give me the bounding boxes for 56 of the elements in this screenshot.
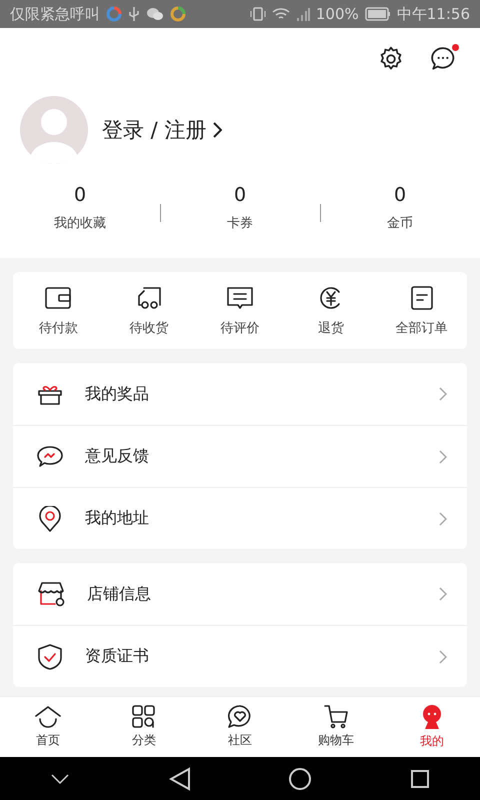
truck-icon <box>136 286 162 310</box>
chevron-right-icon <box>439 650 447 664</box>
app-icon <box>170 6 186 22</box>
signal-icon <box>296 6 310 22</box>
chevron-down-icon[interactable] <box>50 772 70 784</box>
order-button[interactable]: 待收货 <box>104 286 195 337</box>
grid-icon <box>131 705 157 729</box>
shop-icon <box>37 581 65 607</box>
chevron-right-icon <box>439 587 447 601</box>
stat-value: 0 <box>234 184 246 206</box>
clock-text: 中午11:56 <box>396 4 470 24</box>
battery-percent: 100% <box>316 5 359 23</box>
usb-icon <box>128 6 140 22</box>
stat-value: 0 <box>74 184 86 206</box>
menu-item[interactable]: 我的地址 <box>13 487 467 549</box>
stat-label: 卡券 <box>227 215 253 232</box>
speech-bubble-icon <box>37 444 63 468</box>
location-pin-icon <box>37 506 63 532</box>
chat-icon <box>146 6 164 22</box>
tab[interactable]: 首页 <box>0 697 96 757</box>
battery-icon <box>364 7 391 21</box>
stat-label: 金币 <box>387 215 413 232</box>
order-button[interactable]: 待付款 <box>13 286 104 337</box>
wallet-icon <box>45 286 72 310</box>
stat-value: 0 <box>394 184 406 206</box>
order-button[interactable]: 全部订单 <box>376 286 467 337</box>
login-link[interactable]: 登录 / 注册 <box>102 116 222 144</box>
stat-label: 我的收藏 <box>54 215 106 232</box>
order-button[interactable]: 待评价 <box>194 286 286 337</box>
vibrate-icon <box>250 6 266 22</box>
cart-icon <box>323 705 349 729</box>
order-button[interactable]: 退货 <box>285 286 376 337</box>
heart-bubble-icon <box>227 705 253 729</box>
chevron-right-icon <box>439 450 447 464</box>
recents-icon[interactable] <box>410 768 430 788</box>
home-icon <box>35 705 61 729</box>
menu-item[interactable]: 我的奖品 <box>13 363 467 425</box>
message-icon[interactable] <box>430 46 456 72</box>
back-icon[interactable] <box>169 766 191 790</box>
chevron-right-icon <box>439 512 447 526</box>
settings-icon[interactable] <box>378 46 404 72</box>
tab[interactable]: 分类 <box>96 697 192 757</box>
menu-item[interactable]: 意见反馈 <box>13 425 467 487</box>
menu-item[interactable]: 店铺信息 <box>13 563 467 625</box>
app-icon <box>106 6 122 22</box>
menu-item[interactable]: 资质证书 <box>13 625 467 687</box>
comment-icon <box>226 286 253 310</box>
tab[interactable]: 我的 <box>384 697 480 757</box>
document-icon <box>408 286 435 310</box>
shield-check-icon <box>37 644 63 670</box>
tab[interactable]: 购物车 <box>288 697 384 757</box>
carrier-text: 仅限紧急呼叫 <box>10 4 100 24</box>
chevron-right-icon <box>212 121 222 139</box>
tab[interactable]: 社区 <box>192 697 288 757</box>
home-icon[interactable] <box>288 766 312 790</box>
chevron-right-icon <box>439 387 447 401</box>
